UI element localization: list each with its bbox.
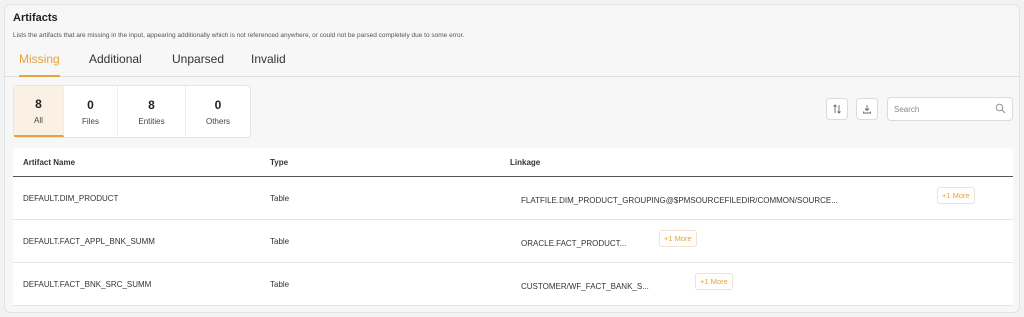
count-others[interactable]: 0 Others: [186, 86, 250, 137]
artifact-name-cell: DEFAULT.FACT_BNK_SRC_SUMM: [23, 280, 152, 289]
column-artifact-name[interactable]: Artifact Name: [23, 158, 75, 167]
count-entities-label: Entities: [138, 116, 165, 126]
count-others-label: Others: [205, 116, 230, 126]
panel-description: Lists the artifacts that are missing in …: [13, 32, 465, 39]
type-cell: Table: [270, 280, 290, 289]
count-files-value: 0: [87, 97, 94, 112]
count-entities-value: 8: [148, 97, 155, 112]
download-button[interactable]: [856, 98, 878, 120]
type-cell: Table: [270, 237, 290, 246]
count-all-value: 8: [35, 96, 42, 111]
more-linkage-button[interactable]: +1 More: [695, 273, 733, 290]
count-all[interactable]: 8 All: [14, 86, 64, 137]
table-header: Artifact Name Type Linkage: [13, 148, 1013, 177]
tab-unparsed[interactable]: Unparsed: [172, 49, 224, 75]
more-linkage-button[interactable]: +1 More: [659, 230, 697, 247]
tab-missing[interactable]: Missing: [19, 49, 60, 77]
sort-icon: [833, 104, 841, 114]
linkage-cell: FLATFILE.DIM_PRODUCT_GROUPING@$PMSOURCEF…: [521, 196, 838, 205]
more-linkage-button[interactable]: +1 More: [937, 187, 975, 204]
column-type[interactable]: Type: [270, 158, 288, 167]
type-cell: Table: [270, 194, 290, 203]
tab-bar: Missing Additional Unparsed Invalid: [5, 45, 1019, 77]
search-icon[interactable]: [995, 103, 1006, 114]
tab-additional[interactable]: Additional: [89, 49, 142, 75]
tab-invalid[interactable]: Invalid: [251, 49, 286, 75]
panel-title: Artifacts: [13, 12, 58, 24]
artifacts-panel: Artifacts Lists the artifacts that are m…: [4, 4, 1020, 313]
table-row[interactable]: DEFAULT.FACT_BNK_SRC_SUMM Table CUSTOMER…: [13, 263, 1013, 306]
table-row[interactable]: DEFAULT.FACT_APPL_BNK_SUMM Table ORACLE.…: [13, 220, 1013, 263]
search-box: [887, 97, 1013, 121]
download-icon: [863, 105, 871, 114]
linkage-cell: ORACLE.FACT_PRODUCT...: [521, 239, 627, 248]
count-entities[interactable]: 8 Entities: [118, 86, 186, 137]
count-files[interactable]: 0 Files: [64, 86, 118, 137]
artifacts-table: Artifact Name Type Linkage DEFAULT.DIM_P…: [13, 148, 1013, 306]
count-summary: 8 All 0 Files 8 Entities 0 Others: [13, 85, 251, 138]
count-others-value: 0: [214, 97, 222, 112]
column-linkage[interactable]: Linkage: [510, 158, 540, 167]
count-files-label: Files: [82, 116, 99, 126]
search-input[interactable]: [894, 101, 989, 117]
count-all-label: All: [34, 115, 43, 125]
artifact-name-cell: DEFAULT.DIM_PRODUCT: [23, 194, 119, 203]
linkage-cell: CUSTOMER/WF_FACT_BANK_S...: [521, 282, 649, 291]
sort-button[interactable]: [826, 98, 848, 120]
table-row[interactable]: DEFAULT.DIM_PRODUCT Table FLATFILE.DIM_P…: [13, 177, 1013, 220]
artifact-name-cell: DEFAULT.FACT_APPL_BNK_SUMM: [23, 237, 155, 246]
